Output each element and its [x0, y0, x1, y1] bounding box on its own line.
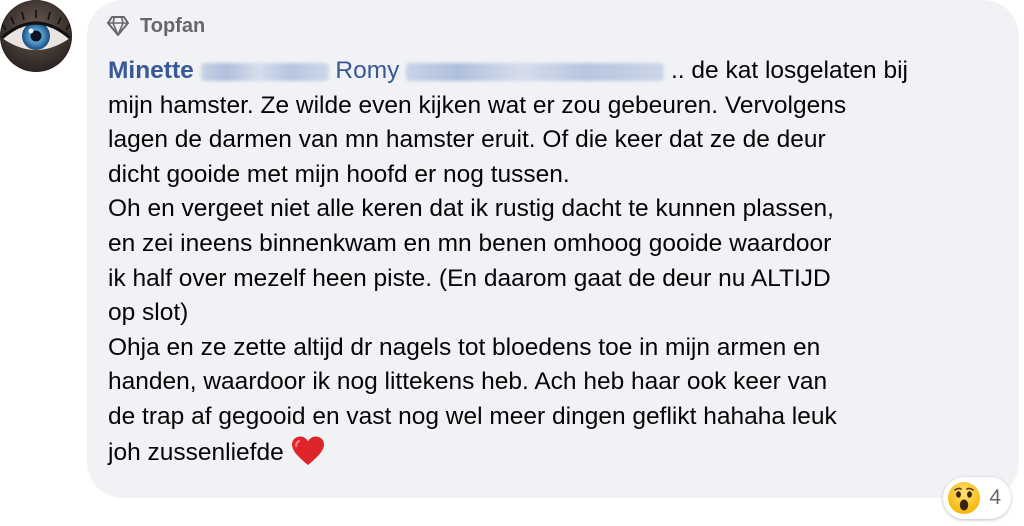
comment-line: dicht gooide met mijn hoofd er nog tusse… — [108, 160, 570, 188]
reaction-count: 4 — [989, 486, 1001, 509]
comment-line: de trap af gegooid en vast nog wel meer … — [108, 402, 837, 430]
comment-line: op slot) — [108, 299, 189, 327]
comment-line: .. de kat losgelaten bij — [670, 57, 908, 84]
commenter-avatar[interactable] — [0, 0, 72, 72]
comment-line: Ohja en ze zette altijd dr nagels tot bl… — [108, 333, 821, 361]
redacted-author-surname — [200, 62, 329, 81]
comment-body: Minette Romy .. de kat losgelaten bij mi… — [108, 54, 1008, 470]
mention-name-link[interactable]: Romy — [335, 57, 399, 84]
wow-face-icon — [948, 482, 981, 514]
red-heart-icon — [291, 436, 324, 465]
redacted-mention-surname — [406, 62, 665, 81]
eye-avatar-image — [0, 0, 72, 72]
comment-first-line: Minette Romy .. de kat losgelaten bij — [108, 54, 1008, 89]
badge-label: Topfan — [140, 14, 206, 37]
comment-last-line: joh zussenliefde — [108, 435, 1008, 471]
comment-line: lagen de darmen van mn hamster eruit. Of… — [108, 126, 826, 154]
reaction-summary[interactable]: 4 — [943, 477, 1011, 519]
comment-line: mijn hamster. Ze wilde even kijken wat e… — [108, 91, 847, 119]
comment-line: ik half over mezelf heen piste. (En daar… — [108, 264, 831, 292]
comment-line: joh zussenliefde — [108, 438, 284, 466]
author-name-link[interactable]: Minette — [108, 57, 194, 84]
comment-line: Oh en vergeet niet alle keren dat ik rus… — [108, 195, 834, 223]
diamond-icon — [107, 16, 129, 36]
top-fan-badge[interactable]: Topfan — [105, 11, 205, 41]
comment-line: handen, waardoor ik nog littekens heb. A… — [108, 368, 828, 396]
comment-line: en zei ineens binnenkwam en mn benen omh… — [108, 229, 832, 257]
